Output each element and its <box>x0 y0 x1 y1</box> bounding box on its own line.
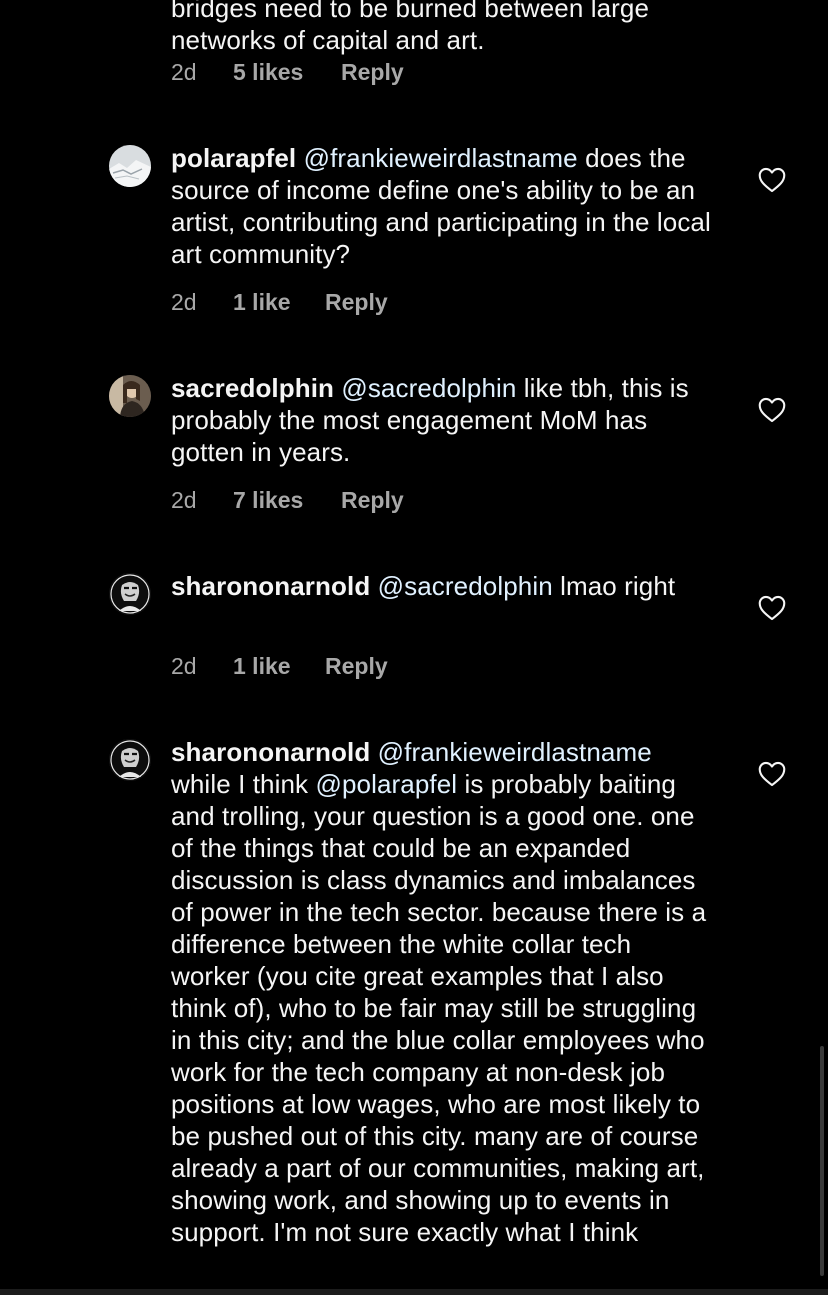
comment-body: lmao right <box>552 571 676 601</box>
comment-time: 2d <box>171 289 197 315</box>
comment-text: bridges need to be burned between large … <box>171 0 716 56</box>
reply-button[interactable]: Reply <box>325 286 388 318</box>
comment-mention[interactable]: @frankieweirdlastname <box>304 143 578 173</box>
comment-time: 2d <box>171 653 197 679</box>
comment-text: sharononarnold @sacredolphin lmao right <box>171 570 716 602</box>
comment-text-line: networks of capital and art. <box>171 25 485 55</box>
comment-username[interactable]: sharononarnold <box>171 571 370 601</box>
bw-portrait-avatar <box>109 573 151 615</box>
heart-outline-icon[interactable] <box>758 167 786 193</box>
bw-portrait-avatar <box>109 739 151 781</box>
snow-landscape-avatar <box>109 145 151 187</box>
comment-text-line: bridges need to be burned between large <box>171 0 650 23</box>
reply-button[interactable]: Reply <box>341 56 404 88</box>
likes-count[interactable]: 1 like <box>233 286 291 318</box>
avatar[interactable] <box>109 739 151 781</box>
comment-text: polarapfel @frankieweirdlastname does th… <box>171 142 716 270</box>
likes-count[interactable]: 7 likes <box>233 484 303 516</box>
comment-text: sharononarnold @frankieweirdlastname whi… <box>171 736 716 1248</box>
portrait-avatar <box>109 375 151 417</box>
likes-count[interactable]: 5 likes <box>233 56 303 88</box>
avatar[interactable] <box>109 375 151 417</box>
comment-time: 2d <box>171 487 197 513</box>
comment-body: is probably baiting and trolling, your q… <box>171 769 707 1247</box>
comment-text: sacredolphin @sacredolphin like tbh, thi… <box>171 372 716 468</box>
comments-list: bridges need to be burned between large … <box>0 0 828 1295</box>
comment-username[interactable]: sacredolphin <box>171 373 334 403</box>
comment-username[interactable]: sharononarnold <box>171 737 370 767</box>
reply-button[interactable]: Reply <box>341 484 404 516</box>
comment-mention[interactable]: @frankieweirdlastname <box>378 737 652 767</box>
comment-time: 2d <box>171 59 197 85</box>
heart-outline-icon[interactable] <box>758 595 786 621</box>
heart-outline-icon[interactable] <box>758 397 786 423</box>
likes-count[interactable]: 1 like <box>233 650 291 682</box>
scrollbar[interactable] <box>820 1046 824 1276</box>
reply-button[interactable]: Reply <box>325 650 388 682</box>
comment-username[interactable]: polarapfel <box>171 143 296 173</box>
avatar[interactable] <box>109 573 151 615</box>
comment-mention[interactable]: @polarapfel <box>315 769 457 799</box>
comment-mention[interactable]: @sacredolphin <box>378 571 553 601</box>
bottom-bar <box>0 1289 828 1295</box>
avatar[interactable] <box>109 145 151 187</box>
comment-body: while I think <box>171 769 316 799</box>
comment-mention[interactable]: @sacredolphin <box>341 373 516 403</box>
heart-outline-icon[interactable] <box>758 761 786 787</box>
